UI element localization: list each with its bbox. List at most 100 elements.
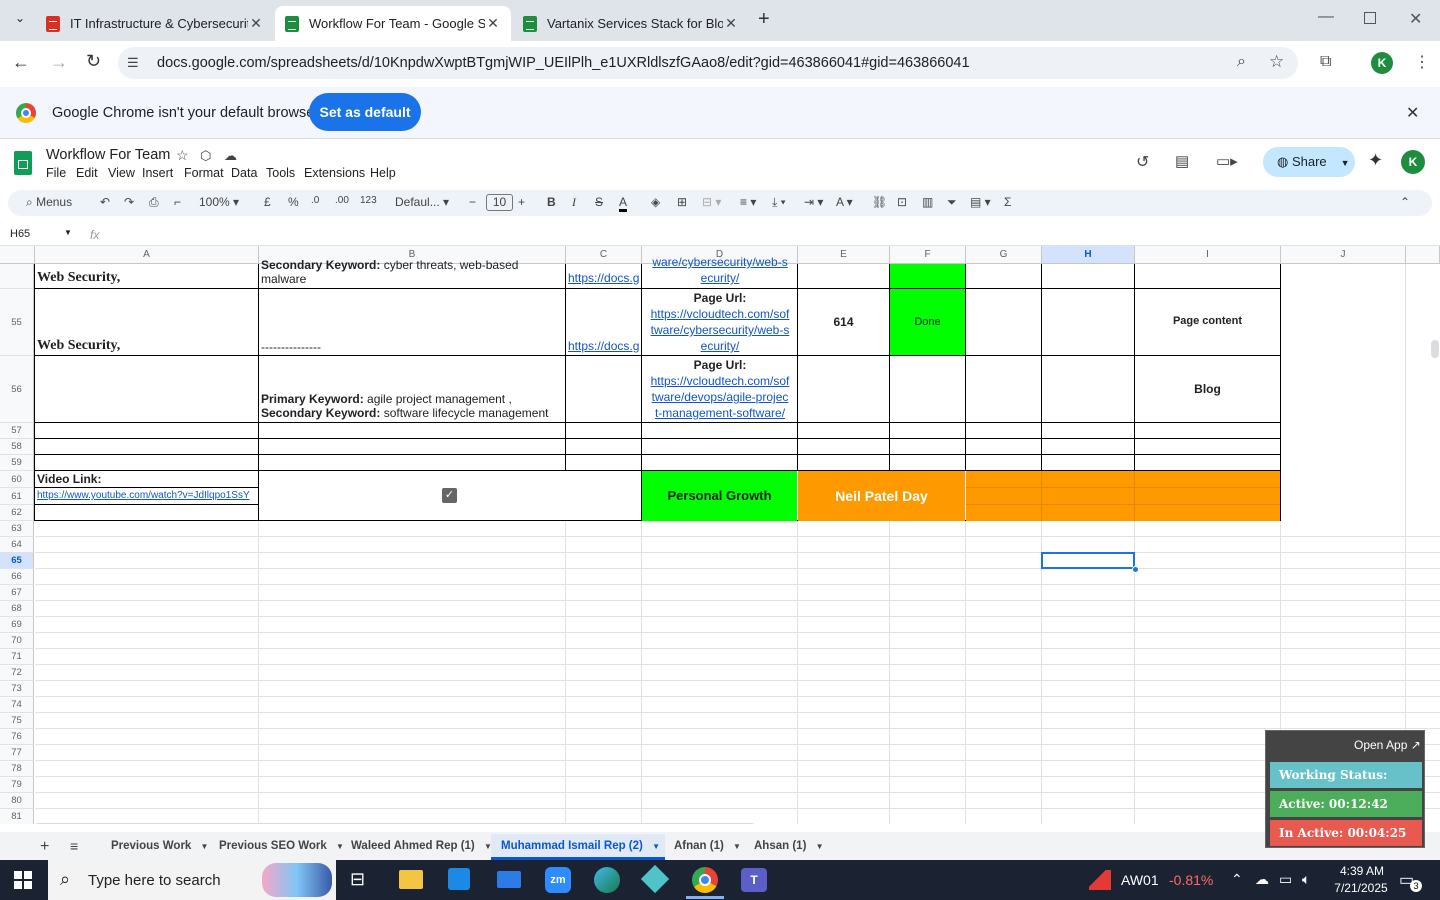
cloud-status-icon[interactable]: ☁	[224, 148, 237, 164]
row-header-58[interactable]: 58	[0, 439, 34, 455]
cell-a60[interactable]: Video Link:	[37, 472, 257, 486]
cell-a61[interactable]: https://www.youtube.com/watch?v=JdIlqpo1…	[37, 490, 257, 501]
add-sheet-icon[interactable]: +	[40, 838, 49, 856]
cell-b54[interactable]: Secondary Keyword: cyber threats, web-ba…	[261, 258, 561, 286]
checkbox-b60[interactable]: ✓	[442, 488, 457, 503]
spreadsheet-grid[interactable]: A B C D E F G H I J 55 56 57 58 59 60 61…	[0, 246, 1440, 824]
browser-menu-icon[interactable]: ⋮	[1414, 52, 1430, 72]
row-header-72[interactable]: 72	[0, 665, 34, 681]
row-header-75[interactable]: 75	[0, 713, 34, 729]
store-icon[interactable]	[448, 868, 470, 890]
taskbar-search[interactable]: ⌕ Type here to search	[48, 860, 336, 900]
cell-d55-link3[interactable]: ecurity/	[701, 339, 740, 353]
row-header-54[interactable]	[0, 264, 34, 289]
stock-ticker[interactable]: AW01	[1121, 872, 1159, 888]
paint-format-icon[interactable]: ⌐	[174, 195, 181, 209]
cell-e60[interactable]: Neil Patel Day	[798, 471, 965, 521]
col-header-e[interactable]: E	[798, 246, 890, 264]
menu-help[interactable]: Help	[370, 166, 396, 180]
sheet-tab-previous-work[interactable]: Previous Work ▼	[111, 840, 208, 852]
sheet-tab-previous-seo-work[interactable]: Previous SEO Work ▼	[219, 840, 344, 852]
document-title[interactable]: Workflow For Team	[46, 147, 170, 163]
cell-d60[interactable]: Personal Growth	[642, 471, 797, 521]
col-header-h[interactable]: H	[1042, 246, 1135, 264]
col-header-g[interactable]: G	[966, 246, 1042, 264]
gemini-icon[interactable]: ✦	[1368, 150, 1383, 171]
network-icon[interactable]: ▭	[1279, 871, 1292, 888]
site-info-icon[interactable]: ☰	[127, 55, 139, 71]
row-header-65[interactable]: 65	[0, 553, 34, 569]
zoom-app-icon[interactable]: zm	[545, 867, 571, 893]
chevron-down-icon[interactable]: ▼	[1341, 158, 1350, 168]
decrease-decimal-button[interactable]: .0	[311, 195, 319, 206]
open-app-link[interactable]: Open App ↗	[1354, 738, 1421, 752]
text-color-icon[interactable]: A	[619, 195, 628, 212]
vertical-scrollbar[interactable]	[1431, 340, 1439, 358]
stock-change[interactable]: -0.81%	[1169, 872, 1213, 888]
back-icon[interactable]: ←	[12, 52, 30, 73]
cell-e55[interactable]: 614	[798, 315, 889, 329]
version-history-icon[interactable]: ↺	[1136, 152, 1149, 172]
comment-icon[interactable]: ⊡	[897, 195, 907, 209]
sheet-tab-ahsan[interactable]: Ahsan (1) ▼	[754, 840, 824, 852]
cell-d56-link3[interactable]: t-management-software/	[655, 406, 785, 420]
close-icon[interactable]: ✕	[723, 15, 739, 32]
cell-d56-link1[interactable]: https://vcloudtech.com/sof	[651, 374, 790, 388]
horizontal-scrollbar[interactable]	[35, 823, 755, 824]
formula-input[interactable]	[110, 226, 1430, 244]
row-header-57[interactable]: 57	[0, 423, 34, 439]
filter-icon[interactable]: ⏷	[947, 195, 957, 210]
menu-format[interactable]: Format	[184, 166, 224, 180]
menu-edit[interactable]: Edit	[76, 166, 98, 180]
tray-chevron-icon[interactable]: ⌃	[1231, 871, 1243, 888]
forward-icon[interactable]: →	[50, 52, 68, 73]
meet-icon[interactable]: ▭▸	[1216, 152, 1238, 170]
valign-icon[interactable]: ⤓ ▾	[772, 195, 786, 210]
teams-icon[interactable]: T	[741, 868, 767, 892]
currency-button[interactable]: £	[264, 195, 271, 209]
sheets-logo-icon[interactable]	[14, 151, 32, 175]
cell-d54[interactable]: ware/cybersecurity/web-s ecurity/	[643, 254, 797, 286]
font-size-input[interactable]: 10	[486, 194, 513, 211]
cell-a61-link[interactable]: https://www.youtube.com/watch?v=JdIlqpo1…	[37, 490, 250, 501]
cell-d55[interactable]: Page Url: https://vcloudtech.com/sof twa…	[643, 290, 797, 354]
chart-icon[interactable]: ▥	[922, 195, 933, 209]
row-header-79[interactable]: 79	[0, 777, 34, 793]
close-icon[interactable]: ✕	[248, 15, 264, 32]
all-sheets-icon[interactable]: ≡	[70, 838, 78, 854]
cell-d54-link1[interactable]: ware/cybersecurity/web-s	[652, 255, 787, 269]
close-icon[interactable]: ✕	[485, 15, 501, 32]
new-tab-button[interactable]: +	[758, 8, 770, 31]
row-header-71[interactable]: 71	[0, 649, 34, 665]
close-window-icon[interactable]: ✕	[1409, 9, 1422, 29]
bookmark-star-icon[interactable]: ☆	[1269, 52, 1284, 72]
row-header-67[interactable]: 67	[0, 585, 34, 601]
menu-extensions[interactable]: Extensions	[304, 166, 365, 180]
row-header-61[interactable]: 61	[0, 488, 34, 505]
row-header-78[interactable]: 78	[0, 761, 34, 777]
row-header-69[interactable]: 69	[0, 617, 34, 633]
number-format-button[interactable]: 123	[360, 195, 377, 206]
cell-d55-link2[interactable]: tware/cybersecurity/web-s	[651, 323, 790, 337]
zoom-icon[interactable]: ⌕	[1237, 53, 1246, 71]
browser-tab-2[interactable]: Workflow For Team - Google Sh ✕	[275, 6, 511, 41]
row-header-70[interactable]: 70	[0, 633, 34, 649]
col-header-f[interactable]: F	[890, 246, 966, 264]
cell-g60[interactable]	[966, 471, 1280, 521]
col-header-c[interactable]: C	[566, 246, 642, 264]
col-header-j[interactable]: J	[1281, 246, 1406, 264]
row-header-77[interactable]: 77	[0, 745, 34, 761]
link-icon[interactable]: ⛓	[872, 195, 887, 209]
cloud-tray-icon[interactable]: ☁	[1255, 871, 1269, 888]
clock-time[interactable]: 4:39 AM	[1332, 864, 1392, 878]
close-banner-icon[interactable]: ✕	[1406, 103, 1419, 123]
cell-b56[interactable]: Primary Keyword: agile project managemen…	[261, 392, 564, 420]
profile-avatar[interactable]: K	[1371, 52, 1393, 74]
cell-a55[interactable]: Web Security,	[37, 338, 257, 354]
star-icon[interactable]: ☆	[176, 147, 189, 164]
mail-icon[interactable]	[497, 871, 521, 888]
font-size-decrease[interactable]: −	[469, 195, 476, 209]
strikethrough-icon[interactable]: S	[595, 195, 603, 209]
cell-d56[interactable]: Page Url: https://vcloudtech.com/sof twa…	[643, 357, 797, 421]
name-box[interactable]: H65 ▼	[10, 228, 74, 240]
